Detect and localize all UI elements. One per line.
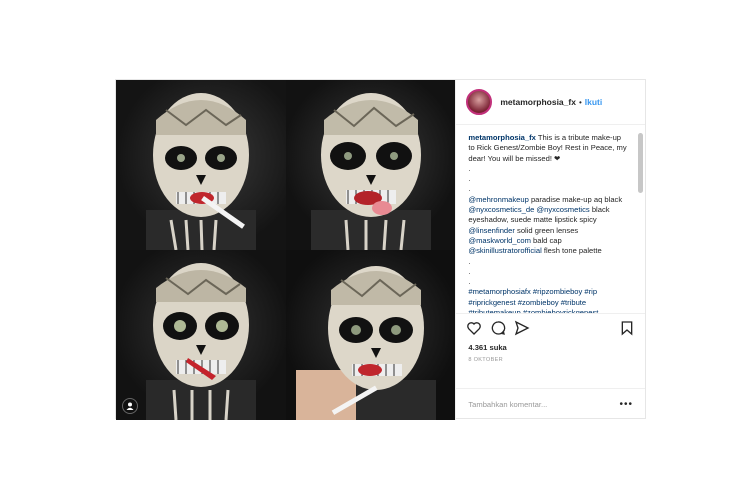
- caption-dot: .: [468, 184, 471, 194]
- bookmark-icon[interactable]: [619, 320, 635, 336]
- credit-line: @skinillustratorofficial flesh tone pale…: [468, 246, 628, 256]
- credit-handle[interactable]: @mehronmakeup: [468, 195, 528, 204]
- caption-dot: .: [468, 256, 471, 266]
- post-image[interactable]: [116, 80, 456, 420]
- avatar[interactable]: [466, 89, 493, 115]
- credit-line: @linsenfinder solid green lenses: [468, 226, 628, 236]
- credit-text: bald cap: [530, 235, 562, 245]
- caption-scrollbar[interactable]: [638, 133, 643, 193]
- credit-text: solid green lenses: [514, 225, 579, 235]
- caption-dot: .: [468, 277, 471, 287]
- image-panel-3: [116, 250, 286, 420]
- share-icon[interactable]: [514, 320, 530, 336]
- caption-dot: .: [468, 174, 471, 184]
- post-header: metamorphosia_fx • Ikuti: [456, 80, 645, 125]
- comment-icon[interactable]: [490, 320, 506, 336]
- more-options-icon[interactable]: •••: [619, 399, 633, 410]
- caption-username[interactable]: metamorphosia_fx: [468, 133, 536, 142]
- credit-line: @mehronmakeup paradise make-up aq black: [468, 195, 628, 205]
- credit-handle[interactable]: @skinillustratorofficial: [468, 246, 541, 255]
- caption-dot: .: [468, 163, 471, 173]
- instagram-post: metamorphosia_fx • Ikuti metamorphosia_f…: [115, 79, 646, 420]
- credit-handle[interactable]: @linsenfinder: [468, 226, 515, 235]
- follow-button[interactable]: Ikuti: [585, 97, 602, 107]
- heart-icon[interactable]: [466, 320, 482, 336]
- user-tag-icon[interactable]: [122, 398, 138, 414]
- header-username[interactable]: metamorphosia_fx: [500, 97, 576, 107]
- comment-box: •••: [456, 388, 645, 420]
- credit-line: @maskworld_com bald cap: [468, 236, 628, 246]
- image-panel-4: [286, 250, 456, 420]
- header-separator: •: [578, 97, 582, 107]
- comment-input[interactable]: [468, 400, 620, 409]
- credit-handle[interactable]: @nyxcosmetics_de @nyxcosmetics: [468, 205, 589, 214]
- post-sidebar: metamorphosia_fx • Ikuti metamorphosia_f…: [455, 80, 645, 420]
- credit-text: paradise make-up aq black: [528, 194, 623, 204]
- credit-handle[interactable]: @maskworld_com: [468, 236, 531, 245]
- post-date: 8 OKTOBER: [468, 357, 503, 363]
- caption: metamorphosia_fx This is a tribute make-…: [468, 133, 628, 313]
- caption-scroll-area[interactable]: metamorphosia_fx This is a tribute make-…: [456, 125, 645, 313]
- caption-dot: .: [468, 266, 471, 276]
- image-panel-2: [286, 80, 456, 250]
- caption-hashtags[interactable]: #metamorphosiafx #ripzombieboy #rip #rip…: [468, 287, 628, 313]
- credit-line: @nyxcosmetics_de @nyxcosmetics black eye…: [468, 205, 628, 226]
- action-bar: [456, 313, 645, 341]
- image-panel-1: [116, 80, 286, 250]
- like-count[interactable]: 4.361 suka: [456, 341, 645, 355]
- credit-text: flesh tone palette: [541, 246, 602, 256]
